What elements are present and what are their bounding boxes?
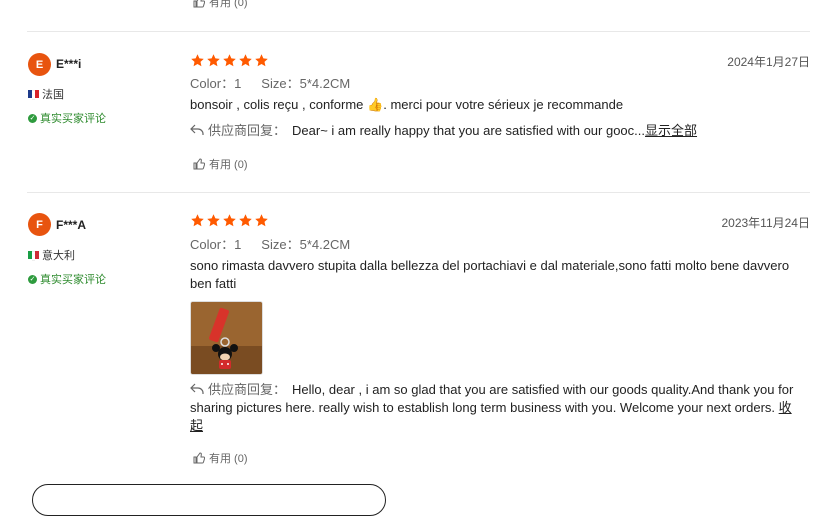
verified-buyer-badge: ✓ 真实买家评论 [28,113,106,125]
avatar: E [28,53,51,76]
avatar: F [28,213,51,236]
attribute-size: Size：5*4.2CM [261,237,351,252]
attribute-color: Color：1 [190,237,242,252]
reply-arrow-icon [190,124,204,135]
reply-label: 供应商回复： [208,382,287,397]
thumbs-up-icon [193,0,205,8]
product-attributes: Color：1 Size：5*4.2CM [190,73,350,92]
reply-arrow-icon [190,383,204,394]
star-icon [207,214,220,227]
review-text: bonsoir , colis reçu , conforme 👍. merci… [190,97,624,112]
keychain-photo-image [191,302,262,374]
rating-stars [190,53,269,68]
helpful-button[interactable]: 有用 (0) [193,450,248,466]
helpful-label: 有用 (0) [209,453,248,465]
rating-stars [190,213,269,228]
reply-label: 供应商回复： [208,123,287,138]
thumbs-up-icon [193,158,205,170]
star-icon [191,54,204,67]
previous-review-helpful[interactable]: 有用 (0) [193,0,248,10]
helpful-button[interactable]: 有用 (0) [193,156,248,172]
star-icon [223,54,236,67]
star-icon [239,214,252,227]
star-icon [239,54,252,67]
reviewer-name: E***i [56,57,82,71]
review-text: sono rimasta davvero stupita dalla belle… [190,258,790,291]
attribute-color: Color：1 [190,76,242,91]
helpful-label: 有用 (0) [209,0,248,9]
star-icon [191,214,204,227]
reviewer-country: 法国 [28,86,64,102]
star-icon [207,54,220,67]
star-icon [255,214,268,227]
reviewer-country: 意大利 [28,247,75,263]
thumbs-up-icon [193,452,205,464]
verified-check-icon: ✓ [28,274,37,284]
star-icon [223,214,236,227]
helpful-label: 有用 (0) [209,159,248,171]
attribute-size: Size：5*4.2CM [261,76,351,91]
supplier-reply: 供应商回复： Dear~ i am really happy that you a… [190,122,800,140]
italy-flag-icon [28,251,40,261]
divider [27,192,810,193]
review-photo[interactable] [190,301,263,375]
thumbs-up-emoji: 👍 [367,97,384,112]
reviewer-name: F***A [56,218,87,232]
show-all-link[interactable]: 显示全部 [645,123,697,138]
review-date: 2024年1月27日 [727,55,810,69]
divider [27,31,810,32]
reply-text: Dear~ i am really happy that you are sat… [292,123,646,138]
supplier-reply: 供应商回复： Hello, dear , i am so glad that yo… [190,381,800,435]
verified-check-icon: ✓ [28,113,37,123]
star-icon [255,54,268,67]
verified-buyer-badge: ✓ 真实买家评论 [28,274,106,286]
review-date: 2023年11月24日 [721,216,810,230]
product-attributes: Color：1 Size：5*4.2CM [190,234,350,253]
france-flag-icon [28,90,40,100]
